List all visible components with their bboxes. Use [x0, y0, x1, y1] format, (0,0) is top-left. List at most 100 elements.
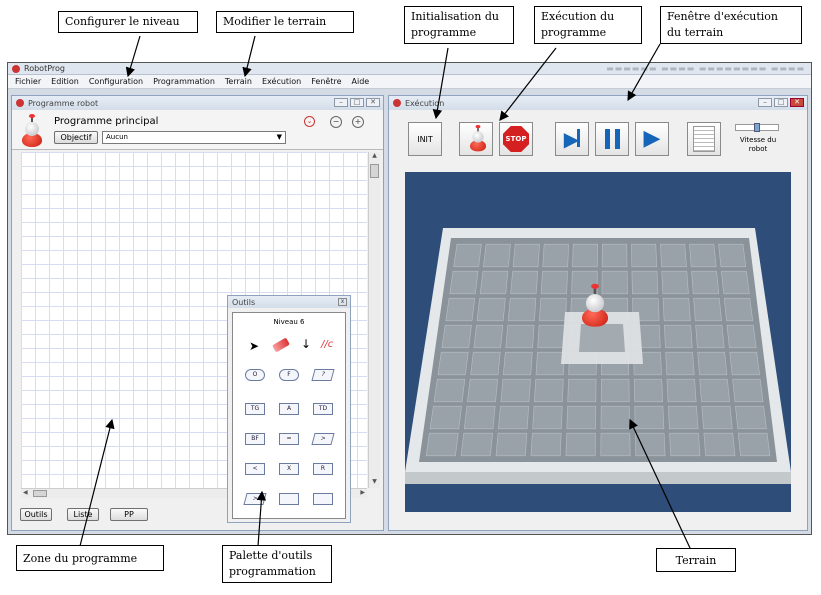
terrain-tile[interactable] — [510, 270, 539, 295]
play-button[interactable]: ▶ — [635, 122, 669, 156]
terrain-tile[interactable] — [467, 378, 499, 403]
terrain-tile[interactable] — [512, 243, 540, 268]
terrain-tile[interactable] — [666, 378, 697, 403]
tool-block-tg[interactable]: TG — [245, 403, 265, 415]
terrain-tile[interactable] — [697, 351, 728, 376]
tool-block-compare[interactable]: < — [245, 463, 265, 475]
terrain-tile[interactable] — [445, 297, 476, 322]
terrain-tile[interactable] — [732, 378, 764, 403]
terrain-tile[interactable] — [542, 243, 569, 268]
objectif-button[interactable]: Objectif — [54, 131, 98, 144]
terrain-tile[interactable] — [664, 324, 693, 349]
terrain-tile[interactable] — [718, 243, 747, 268]
terrain-tile[interactable] — [631, 243, 658, 268]
terrain-tile[interactable] — [721, 270, 750, 295]
maximize-icon[interactable]: □ — [350, 98, 364, 107]
outils-button[interactable]: Outils — [20, 508, 52, 521]
tool-block-assign[interactable]: = — [279, 433, 299, 445]
terrain-tile[interactable] — [691, 270, 720, 295]
terrain-tile[interactable] — [539, 297, 567, 322]
terrain-tile[interactable] — [483, 243, 511, 268]
terrain-tile[interactable] — [470, 351, 501, 376]
pp-button[interactable]: PP — [110, 508, 148, 521]
menu-configuration[interactable]: Configuration — [84, 77, 148, 86]
terrain-tile[interactable] — [449, 270, 479, 295]
terrain-tile[interactable] — [662, 297, 691, 322]
program-select[interactable]: Aucun ▼ — [102, 131, 286, 144]
terrain-tile[interactable] — [476, 297, 506, 322]
minimize-icon[interactable]: – — [758, 98, 772, 107]
terrain-tile[interactable] — [495, 432, 528, 457]
scroll-up-icon[interactable]: ▲ — [369, 152, 380, 162]
scroll-down-icon[interactable]: ▼ — [369, 478, 380, 488]
tool-block-bf[interactable]: BF — [245, 433, 265, 445]
terrain-tile[interactable] — [502, 351, 533, 376]
terrain-tile[interactable] — [425, 432, 459, 457]
palette-close-icon[interactable]: x — [338, 298, 347, 306]
speed-slider[interactable] — [735, 123, 779, 132]
terrain-tile[interactable] — [429, 405, 462, 430]
terrain-tile[interactable] — [600, 432, 631, 457]
scroll-left-icon[interactable]: ◀ — [23, 489, 28, 496]
tool-block-o[interactable]: O — [245, 369, 265, 381]
menu-aide[interactable]: Aide — [347, 77, 375, 86]
terrain-tile[interactable] — [463, 405, 496, 430]
terrain-tile[interactable] — [634, 405, 665, 430]
vertical-scroll-thumb[interactable] — [370, 164, 379, 178]
tool-block-r[interactable]: R — [313, 463, 333, 475]
terrain-tile[interactable] — [631, 270, 659, 295]
tool-block-test[interactable]: ? — [311, 369, 335, 381]
terrain-tile[interactable] — [473, 324, 504, 349]
terrain-tile[interactable] — [689, 243, 717, 268]
collapse-icon[interactable]: ⌄ — [304, 116, 315, 127]
pause-button[interactable] — [595, 122, 629, 156]
terrain-tile[interactable] — [600, 378, 630, 403]
terrain-tile[interactable] — [726, 324, 757, 349]
terrain-tile[interactable] — [479, 270, 509, 295]
tool-block-f[interactable]: F — [279, 369, 299, 381]
link-tool-icon[interactable]: ↓ — [301, 337, 311, 351]
terrain-tile[interactable] — [601, 243, 628, 268]
menu-edition[interactable]: Edition — [46, 77, 84, 86]
terrain-tile[interactable] — [729, 351, 760, 376]
menu-programmation[interactable]: Programmation — [148, 77, 220, 86]
robot-place-button[interactable] — [459, 122, 493, 156]
terrain-tile[interactable] — [633, 378, 664, 403]
eraser-tool-icon[interactable] — [272, 337, 290, 353]
terrain-tile[interactable] — [695, 324, 725, 349]
tool-block-td[interactable]: TD — [313, 403, 333, 415]
terrain-tile[interactable] — [665, 351, 695, 376]
terrain-tile[interactable] — [441, 324, 472, 349]
terrain-tile[interactable] — [600, 405, 631, 430]
terrain-tile[interactable] — [532, 405, 563, 430]
terrain-tile[interactable] — [634, 432, 666, 457]
menu-fichier[interactable]: Fichier — [10, 77, 46, 86]
menu-terrain[interactable]: Terrain — [220, 77, 257, 86]
tool-block-input[interactable]: > — [243, 493, 267, 505]
tool-block-output[interactable]: > — [311, 433, 335, 445]
terrain-tile[interactable] — [537, 324, 566, 349]
tool-block-x[interactable]: X — [279, 463, 299, 475]
terrain-viewport[interactable] — [405, 172, 791, 512]
terrain-tile[interactable] — [507, 297, 537, 322]
pointer-tool-icon[interactable]: ➤ — [249, 339, 259, 353]
scroll-right-icon[interactable]: ▶ — [360, 489, 365, 496]
terrain-tile[interactable] — [540, 270, 568, 295]
terrain-tile[interactable] — [566, 405, 597, 430]
terrain-tile[interactable] — [660, 243, 687, 268]
terrain-tile[interactable] — [433, 378, 466, 403]
tool-block-sub[interactable] — [313, 493, 333, 505]
init-button[interactable]: INIT — [408, 122, 442, 156]
terrain-tile[interactable] — [533, 378, 564, 403]
terrain-tile[interactable] — [737, 432, 771, 457]
terrain-tile[interactable] — [735, 405, 767, 430]
speed-slider-thumb[interactable] — [754, 123, 760, 132]
step-button[interactable]: ▶ — [555, 122, 589, 156]
terrain-tile[interactable] — [453, 243, 482, 268]
terrain-tile[interactable] — [530, 432, 562, 457]
terrain-tile[interactable] — [567, 378, 597, 403]
maximize-icon[interactable]: □ — [774, 98, 788, 107]
zoom-in-icon[interactable]: + — [352, 116, 364, 128]
tool-block-process[interactable] — [279, 493, 299, 505]
terrain-tile[interactable] — [535, 351, 565, 376]
